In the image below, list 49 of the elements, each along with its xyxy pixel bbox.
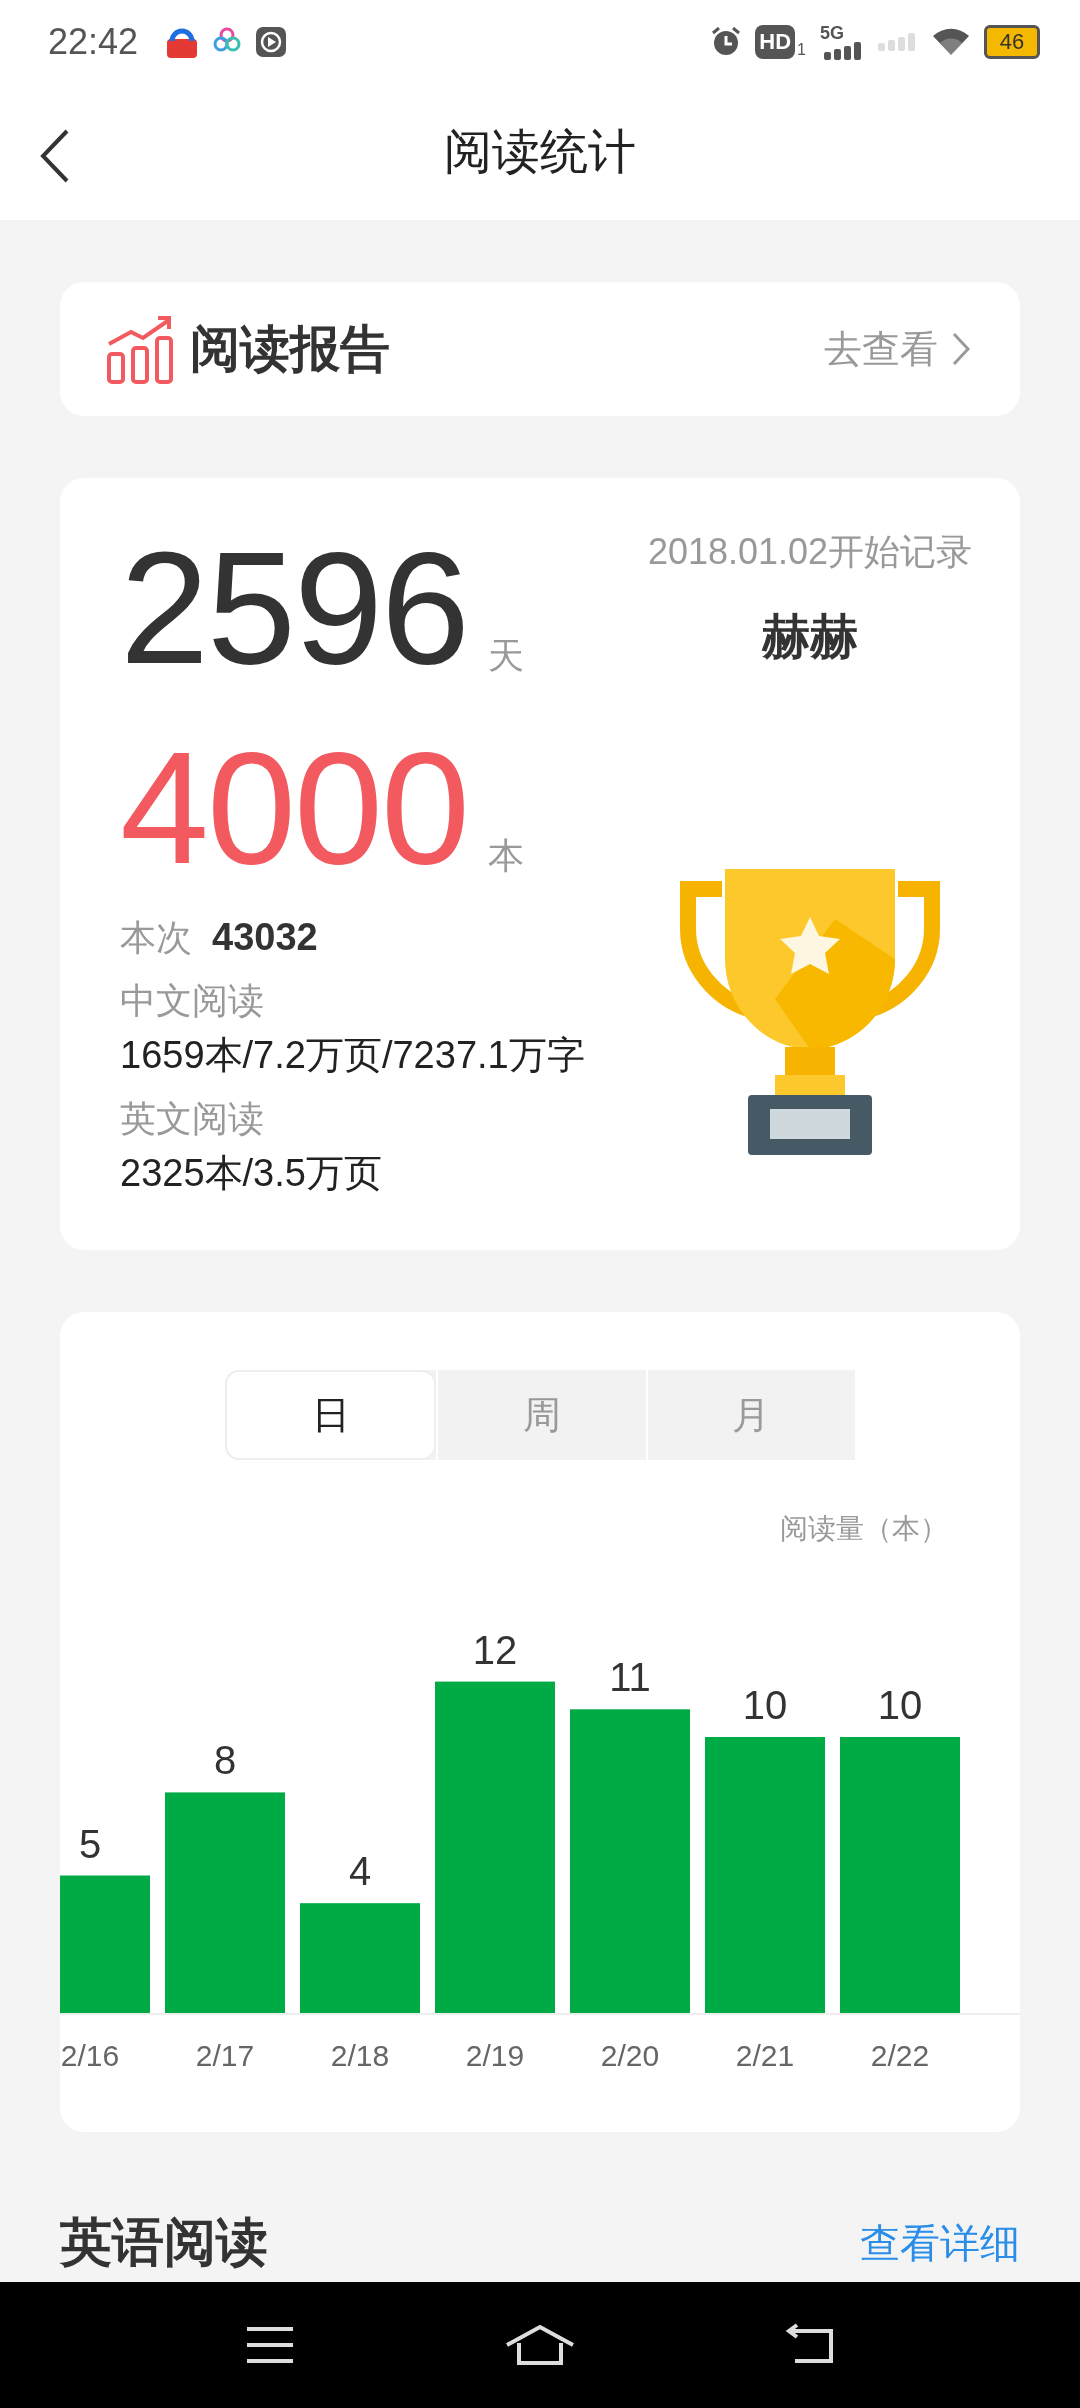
report-card[interactable]: 阅读报告 去查看 bbox=[60, 282, 1020, 416]
axis-label: 2/18 bbox=[330, 2039, 390, 2072]
details-link[interactable]: 查看详细 bbox=[860, 2215, 1020, 2271]
view-link[interactable]: 去查看 bbox=[824, 323, 970, 375]
home-icon[interactable] bbox=[505, 2323, 575, 2367]
bar-chart-icon bbox=[106, 314, 176, 384]
chevron-icon bbox=[952, 332, 970, 366]
days-count: 2596 bbox=[120, 528, 468, 688]
bar-value-label: 10 bbox=[742, 1683, 788, 1727]
books-count: 4000 bbox=[120, 728, 468, 888]
clock-time: 22:42 bbox=[48, 21, 139, 63]
sim-number: 1 bbox=[797, 41, 806, 59]
axis-label: 2/19 bbox=[465, 2039, 525, 2072]
chinese-stats: 1659本/7.2万页/7237.1万字 bbox=[120, 1033, 586, 1078]
user-name: 赫赫 bbox=[762, 609, 858, 665]
period-tab[interactable]: 月 bbox=[645, 1370, 855, 1460]
bar-value-label: 11 bbox=[609, 1655, 651, 1700]
wifi-icon bbox=[932, 27, 970, 57]
axis-label: 2/21 bbox=[735, 2039, 795, 2072]
english-label: 英文阅读 bbox=[120, 1097, 265, 1141]
hd-badge: HD bbox=[755, 25, 796, 59]
axis-label: 2/20 bbox=[600, 2039, 660, 2072]
alarm-icon bbox=[711, 27, 742, 57]
back-icon[interactable] bbox=[40, 128, 70, 184]
bar-value-label: 8 bbox=[213, 1738, 237, 1783]
page-title: 阅读统计 bbox=[444, 124, 636, 180]
play-icon bbox=[256, 27, 287, 57]
menu-icon[interactable] bbox=[245, 2325, 295, 2365]
axis-label: 2/22 bbox=[870, 2039, 930, 2072]
report-title: 阅读报告 bbox=[190, 319, 391, 379]
network-type: 5G bbox=[820, 24, 844, 42]
days-unit: 天 bbox=[487, 638, 524, 678]
english-stats: 2325本/3.5万页 bbox=[120, 1151, 383, 1196]
section-title: 英语阅读 bbox=[60, 2212, 268, 2273]
bar-value-label: 5 bbox=[78, 1821, 102, 1866]
bar-value-label: 10 bbox=[877, 1683, 923, 1727]
battery-indicator: 46 bbox=[984, 25, 1040, 59]
axis-label: 2/16 bbox=[60, 2039, 120, 2072]
start-date: 2018.01.02开始记录 bbox=[647, 530, 973, 574]
period-tab[interactable]: 日 bbox=[225, 1370, 437, 1460]
axis-label: 2/17 bbox=[195, 2039, 255, 2072]
count-label: 本次 bbox=[120, 916, 192, 960]
chinese-label: 中文阅读 bbox=[120, 979, 265, 1023]
count-value: 43032 bbox=[212, 916, 318, 959]
books-unit: 本 bbox=[487, 838, 524, 878]
unit-label: 阅读量（本） bbox=[780, 1512, 948, 1546]
bar-value-label: 12 bbox=[472, 1627, 518, 1672]
bar-value-label: 4 bbox=[348, 1849, 372, 1894]
signal-icon bbox=[878, 33, 918, 51]
